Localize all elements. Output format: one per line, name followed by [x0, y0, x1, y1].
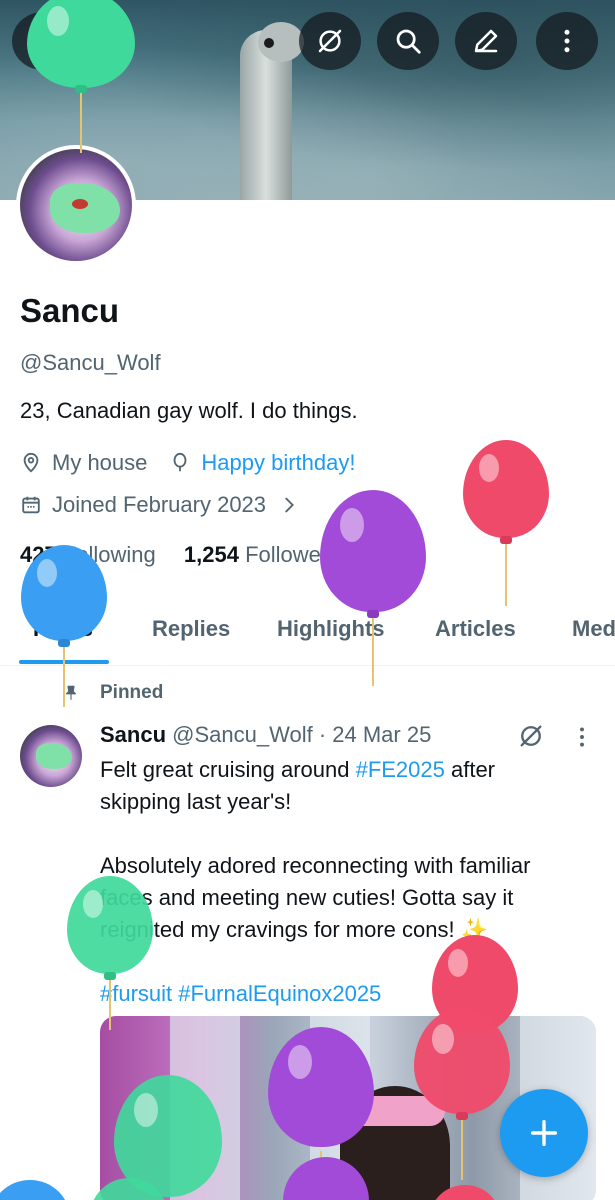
post-author-name[interactable]: Sancu: [100, 722, 166, 747]
plus-icon: [530, 1119, 558, 1147]
pinned-label: Pinned: [62, 682, 163, 704]
post-line: [100, 818, 600, 850]
grok-button[interactable]: [299, 12, 361, 70]
avatar-eye: [72, 199, 88, 209]
banner-eel-eye: [264, 38, 274, 48]
more-vertical-icon: [564, 29, 570, 53]
tab-articles[interactable]: Articles: [435, 616, 516, 642]
post-avatar-fur: [36, 743, 72, 769]
avatar-fur: [50, 183, 120, 233]
profile-handle: @Sancu_Wolf: [20, 350, 161, 375]
post-more-icon[interactable]: [572, 724, 592, 750]
joined-date: Joined February 2023: [52, 492, 267, 517]
search-button[interactable]: [377, 12, 439, 70]
joined-row[interactable]: Joined February 2023: [20, 492, 300, 518]
post-avatar[interactable]: [20, 725, 82, 787]
profile-name: Sancu: [20, 292, 120, 329]
balloon-icon: [173, 452, 187, 472]
tab-replies[interactable]: Replies: [152, 616, 230, 642]
profile-bio: 23, Canadian gay wolf. I do things.: [20, 398, 358, 423]
followers-link[interactable]: 1,254 Followers: [184, 542, 339, 567]
followers-count: 1,254: [183, 542, 239, 567]
search-icon: [396, 29, 421, 54]
post-line: Absolutely adored reconnecting with fami…: [100, 853, 531, 878]
grok-icon: [318, 29, 342, 53]
pinned-text: Pinned: [100, 682, 164, 703]
post-line: Felt great cruising around #FE2025 after: [100, 754, 600, 786]
edit-button[interactable]: [455, 12, 517, 70]
post-line: skipping last year's!: [100, 789, 292, 814]
post-line: faces and meeting new cuties! Gotta say …: [100, 885, 514, 910]
post-author-meta: @Sancu_Wolf · 24 Mar 25: [172, 722, 432, 747]
birthday-link[interactable]: Happy birthday!: [201, 450, 355, 476]
post-line-text: after: [444, 757, 496, 782]
chevron-right-icon: [285, 497, 294, 513]
post-text: Felt great cruising around #FE2025 after…: [100, 754, 600, 1010]
post-line: reignited my cravings for more cons! ✨: [100, 917, 489, 942]
profile-location: My house: [52, 450, 148, 475]
tab-media[interactable]: Med: [572, 616, 615, 642]
post-header: Sancu @Sancu_Wolf · 24 Mar 25: [100, 722, 431, 748]
tab-highlights[interactable]: Highlights: [277, 616, 385, 642]
profile-avatar[interactable]: [16, 145, 136, 265]
hashtag-link[interactable]: #FE2025: [356, 757, 445, 782]
compose-icon: [474, 29, 498, 53]
location-pin-icon: [23, 452, 39, 473]
calendar-icon: [22, 496, 40, 514]
profile-meta-row: My house Happy birthday!: [20, 450, 355, 476]
hashtag-link[interactable]: #fursuit #FurnalEquinox2025: [100, 978, 600, 1010]
post-grok-icon[interactable]: [517, 722, 545, 750]
compose-fab-button[interactable]: [500, 1089, 588, 1177]
post-line: [100, 946, 600, 978]
post-line-text: Felt great cruising around: [100, 757, 356, 782]
more-button[interactable]: [536, 12, 598, 70]
